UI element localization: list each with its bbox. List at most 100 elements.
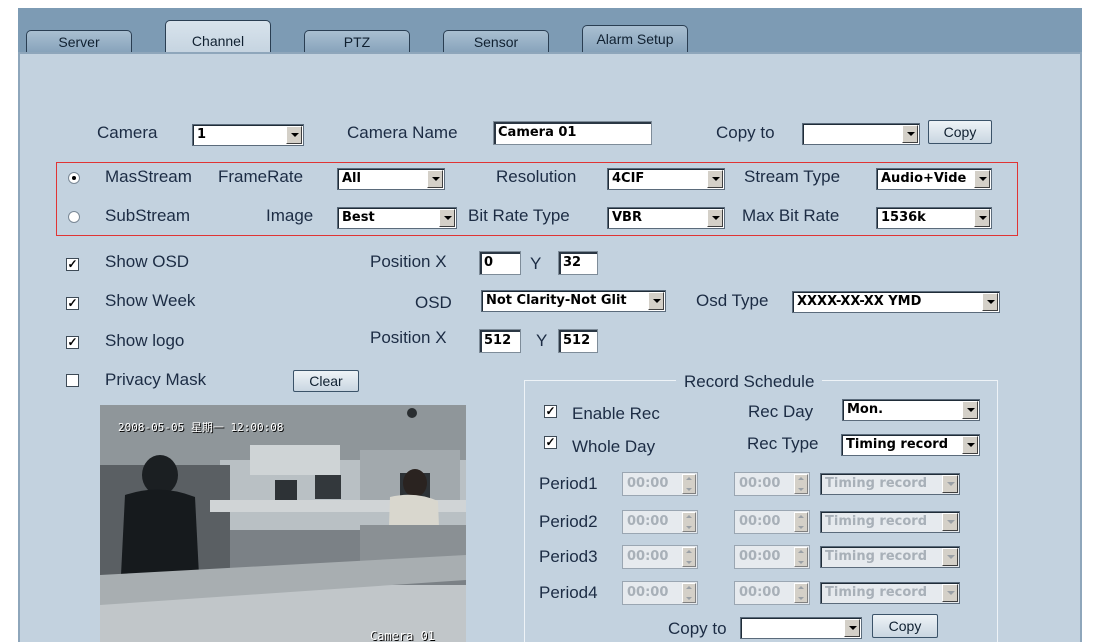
camera-select-value: 1 — [197, 127, 207, 142]
show-week-checkbox[interactable]: ✓ — [66, 297, 79, 310]
image-value: Best — [342, 210, 375, 225]
osd-position-y-input[interactable]: 32 — [558, 251, 598, 275]
logo-position-y-input[interactable]: 512 — [558, 329, 598, 353]
framerate-select[interactable]: All — [337, 168, 445, 190]
spinner-arrows-icon — [682, 512, 696, 532]
schedule-copy-button[interactable]: Copy — [872, 614, 938, 638]
max-bitrate-select[interactable]: 1536k — [876, 207, 992, 229]
whole-day-checkbox[interactable]: ✓ — [544, 436, 557, 449]
bitrate-type-value: VBR — [612, 210, 642, 225]
spinner-arrows-icon — [682, 583, 696, 603]
period1-start-spinner[interactable]: 00:00 — [622, 472, 698, 496]
copy-button[interactable]: Copy — [928, 120, 992, 144]
chevron-down-icon — [974, 170, 990, 188]
chevron-down-icon — [942, 548, 958, 566]
schedule-copy-to-select[interactable] — [740, 617, 862, 639]
substream-label: SubStream — [105, 206, 191, 225]
max-bitrate-label: Max Bit Rate — [742, 206, 840, 225]
privacy-mask-label: Privacy Mask — [105, 370, 207, 389]
period4-end-value: 00:00 — [739, 585, 781, 600]
resolution-select[interactable]: 4CIF — [607, 168, 725, 190]
chevron-down-icon — [962, 401, 978, 419]
period4-end-spinner[interactable]: 00:00 — [734, 581, 810, 605]
rec-type-value: Timing record — [846, 437, 948, 452]
period3-start-value: 00:00 — [627, 549, 669, 564]
osd-position-x-label: Position X — [370, 252, 447, 271]
tab-sensor[interactable]: Sensor — [443, 30, 549, 53]
camera-preview[interactable]: 2008-05-05 星期一 12:00:08 Camera 01 — [100, 405, 466, 642]
logo-position-x-input[interactable]: 512 — [479, 329, 521, 353]
show-osd-checkbox[interactable]: ✓ — [66, 258, 79, 271]
stream-type-select[interactable]: Audio+Vide — [876, 168, 992, 190]
period3-type-value: Timing record — [825, 549, 927, 564]
logo-position-y-label: Y — [536, 331, 548, 350]
image-label: Image — [266, 206, 314, 225]
resolution-value: 4CIF — [612, 171, 645, 186]
osd-position-x-input[interactable]: 0 — [479, 251, 521, 275]
osd-type-select[interactable]: XXXX-XX-XX YMD — [792, 291, 1000, 313]
period4-type-select[interactable]: Timing record — [820, 582, 960, 604]
bitrate-type-select[interactable]: VBR — [607, 207, 725, 229]
rec-type-label: Rec Type — [747, 434, 819, 453]
period4-start-value: 00:00 — [627, 585, 669, 600]
rec-type-select[interactable]: Timing record — [841, 434, 980, 456]
period2-type-select[interactable]: Timing record — [820, 511, 960, 533]
spinner-arrows-icon — [682, 474, 696, 494]
period2-type-value: Timing record — [825, 514, 927, 529]
preview-camera-label: Camera 01 — [370, 629, 436, 642]
preview-timestamp: 2008-05-05 星期一 12:00:08 — [118, 421, 284, 434]
period3-type-select[interactable]: Timing record — [820, 546, 960, 568]
period2-start-value: 00:00 — [627, 514, 669, 529]
privacy-mask-checkbox[interactable] — [66, 374, 79, 387]
show-osd-label: Show OSD — [105, 252, 190, 271]
camera-name-input[interactable]: Camera 01 — [493, 121, 652, 145]
osd-mode-select[interactable]: Not Clarity-Not Glit — [481, 290, 666, 312]
osd-mode-value: Not Clarity-Not Glit — [486, 293, 627, 308]
chevron-down-icon — [286, 126, 302, 144]
whole-day-label: Whole Day — [572, 437, 656, 456]
period3-start-spinner[interactable]: 00:00 — [622, 545, 698, 569]
chevron-down-icon — [902, 125, 918, 143]
tab-server[interactable]: Server — [26, 30, 132, 53]
period3-end-spinner[interactable]: 00:00 — [734, 545, 810, 569]
chevron-down-icon — [974, 209, 990, 227]
substream-radio[interactable] — [68, 211, 80, 223]
framerate-label: FrameRate — [218, 167, 304, 186]
enable-rec-checkbox[interactable]: ✓ — [544, 405, 557, 418]
resolution-label: Resolution — [496, 167, 577, 186]
period4-type-value: Timing record — [825, 585, 927, 600]
copy-to-label: Copy to — [716, 123, 775, 142]
clear-button[interactable]: Clear — [293, 370, 359, 392]
period1-end-spinner[interactable]: 00:00 — [734, 472, 810, 496]
period2-end-spinner[interactable]: 00:00 — [734, 510, 810, 534]
chevron-down-icon — [962, 436, 978, 454]
bitrate-type-label: Bit Rate Type — [468, 206, 570, 225]
copy-to-select[interactable] — [802, 123, 920, 145]
record-schedule-title: Record Schedule — [676, 372, 823, 392]
tab-ptz[interactable]: PTZ — [304, 30, 410, 53]
show-logo-checkbox[interactable]: ✓ — [66, 336, 79, 349]
osd-mode-label: OSD — [415, 293, 452, 312]
spinner-arrows-icon — [794, 583, 808, 603]
period2-start-spinner[interactable]: 00:00 — [622, 510, 698, 534]
mainstream-radio[interactable] — [68, 172, 80, 184]
rec-day-select[interactable]: Mon. — [842, 399, 980, 421]
period3-label: Period3 — [539, 547, 598, 566]
chevron-down-icon — [942, 584, 958, 602]
tab-alarm-setup[interactable]: Alarm Setup — [582, 25, 688, 52]
spinner-arrows-icon — [794, 547, 808, 567]
max-bitrate-value: 1536k — [881, 210, 926, 225]
osd-type-value: XXXX-XX-XX YMD — [797, 294, 922, 309]
rec-day-value: Mon. — [847, 402, 884, 417]
chevron-down-icon — [439, 209, 455, 227]
logo-position-x-label: Position X — [370, 328, 447, 347]
chevron-down-icon — [942, 475, 958, 493]
period4-start-spinner[interactable]: 00:00 — [622, 581, 698, 605]
spinner-arrows-icon — [682, 547, 696, 567]
chevron-down-icon — [982, 293, 998, 311]
period1-type-select[interactable]: Timing record — [820, 473, 960, 495]
chevron-down-icon — [707, 209, 723, 227]
chevron-down-icon — [707, 170, 723, 188]
image-select[interactable]: Best — [337, 207, 457, 229]
camera-select[interactable]: 1 — [192, 124, 304, 146]
